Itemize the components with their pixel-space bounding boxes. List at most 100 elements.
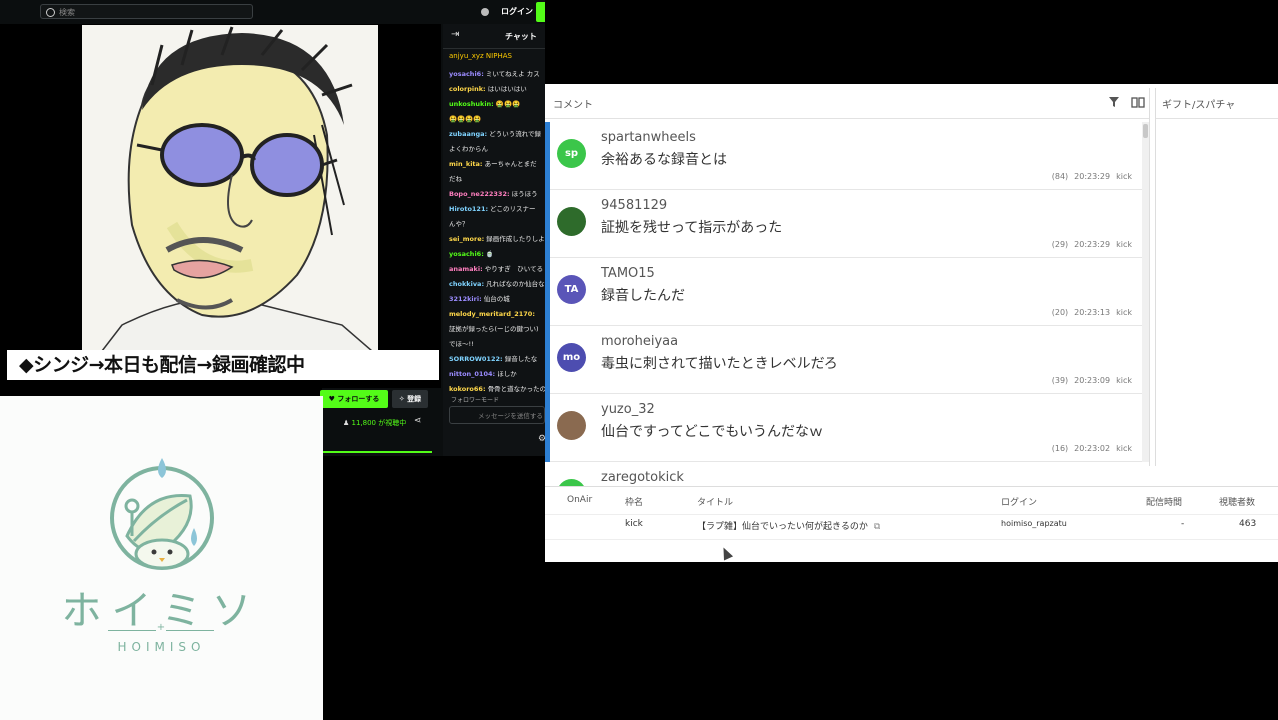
share-icon[interactable]: ⋖	[414, 416, 422, 426]
chat-username[interactable]: melody_meritard_2170:	[449, 310, 535, 318]
login-button[interactable]: ログイン	[501, 6, 533, 17]
comment-username: 94581129	[601, 198, 668, 213]
scrollbar[interactable]	[1142, 122, 1149, 462]
comment-site: kick	[1116, 308, 1132, 317]
chat-username[interactable]: nitton_0104:	[449, 370, 495, 378]
comment-username: moroheiyaa	[601, 334, 679, 349]
copy-icon[interactable]: ⧉	[874, 522, 880, 532]
chat-username[interactable]: sei_more:	[449, 235, 484, 243]
comment-site: kick	[1116, 376, 1132, 385]
table-row[interactable]	[545, 514, 1278, 540]
chat-username[interactable]: Bopo_ne222332:	[449, 190, 510, 198]
chat-message: sei_more: 録画作成したりしよ	[449, 235, 545, 244]
chat-username[interactable]: 3212kiri:	[449, 295, 482, 303]
chat-text: 🤮🤮🤮	[495, 100, 521, 108]
comment-row[interactable]: yuzo_32 仙台ですってどこでもいうんだなｗ (16) 20:23:02 kick	[550, 394, 1142, 462]
avatar: TA	[557, 275, 586, 304]
viewer-count: ♟ 11,800 が視聴中	[343, 418, 406, 428]
chat-username[interactable]: SORROW0122:	[449, 355, 503, 363]
chat-message: min_kita: あーちゃんとまだ	[449, 160, 537, 169]
chat-message: 3212kiri: 仙台の城	[449, 295, 510, 304]
column-header-viewers[interactable]: 視聴者数	[1219, 495, 1255, 508]
chat-username[interactable]: zubaanga:	[449, 130, 487, 138]
comment-text: 証拠を残せって指示があった	[601, 220, 783, 236]
cell-login: hoimiso_rapzatu	[1001, 519, 1067, 528]
theme-toggle-icon[interactable]	[481, 8, 489, 16]
chat-username[interactable]: unkoshukin:	[449, 100, 494, 108]
comment-username: TAMO15	[601, 266, 655, 281]
comment-username: spartanwheels	[601, 130, 696, 145]
comment-text: 仙台ですってどこでもいうんだなｗ	[601, 424, 824, 440]
pinned-users[interactable]: anjyu_xyz NIPHAS	[449, 52, 512, 60]
star-icon: ✧	[398, 395, 408, 403]
gift-title: ギフト/スパチャ	[1162, 100, 1236, 111]
comment-meta: (20) 20:23:13 kick	[1046, 308, 1132, 317]
comment-row[interactable]: sp spartanwheels 余裕あるな録音とは (84) 20:23:29 kick	[550, 122, 1142, 190]
chat-text: よくわからん	[449, 145, 488, 153]
chat-username[interactable]: yosachi6:	[449, 70, 484, 78]
chat-text: 録画作成したりしよ	[486, 235, 545, 243]
chat-username[interactable]: colorpink:	[449, 85, 486, 93]
comment-meta: (39) 20:23:09 kick	[1046, 376, 1132, 385]
cell-duration: -	[1181, 519, 1185, 529]
cell-platform: kick	[625, 519, 643, 529]
cell-title: 【ラプ雑】仙台でいったい何が起きるのか ⧉	[697, 519, 880, 532]
subscribe-button[interactable]: ✧ 登録	[392, 390, 428, 408]
chat-text: でほ〜!!	[449, 340, 474, 348]
signup-button[interactable]	[536, 2, 545, 22]
comment-site: kick	[1116, 172, 1132, 181]
caption-text: ◆シンジ→本日も配信→録画確認中	[19, 354, 305, 376]
comment-row[interactable]: mo moroheiyaa 毒虫に刺されて描いたときレベルだろ (39) 20:23:0…	[550, 326, 1142, 394]
chat-message: anamaki: やりすぎ ひいてる	[449, 265, 543, 274]
chat-message: yosachi6: ミいてねえよ カス	[449, 70, 540, 79]
collapse-chat-icon[interactable]: ⇥	[451, 29, 459, 40]
comment-time: 20:23:29	[1074, 172, 1111, 181]
columns-icon[interactable]	[1131, 97, 1145, 108]
chat-username[interactable]: anamaki:	[449, 265, 483, 273]
comments-title: コメント	[553, 100, 593, 111]
search-input[interactable]: 検索	[40, 4, 253, 19]
comment-row[interactable]: TA TAMO15 録音したんだ (20) 20:23:13 kick	[550, 258, 1142, 326]
chat-message: kokoro66: 骨骨と道なかったの	[449, 385, 545, 394]
chat-text: 録音したな	[504, 355, 538, 363]
chat-text: ほしか	[497, 370, 517, 378]
caption-banner: ◆シンジ→本日も配信→録画確認中	[7, 350, 439, 380]
comment-count: (20)	[1051, 308, 1069, 317]
comment-meta: (84) 20:23:29 kick	[1046, 172, 1132, 181]
gift-panel: ギフト/スパチャ	[1155, 88, 1278, 466]
comment-row[interactable]: 94581129 証拠を残せって指示があった (29) 20:23:29 kick	[550, 190, 1142, 258]
chat-message: 🤮🤮🤮🤮	[449, 115, 481, 124]
chat-message: nitton_0104: ほしか	[449, 370, 517, 379]
comment-site: kick	[1116, 444, 1132, 453]
chat-message: zubaanga: どういう流れで録	[449, 130, 541, 139]
column-header-name[interactable]: 枠名	[625, 495, 643, 508]
avatar	[557, 411, 586, 440]
chat-text: 証拠が録ったら(ーじの鍵つい)	[449, 325, 539, 333]
chat-message: でほ〜!!	[449, 340, 474, 349]
chat-text: やりすぎ ひいてる	[484, 265, 544, 273]
filter-icon[interactable]	[1108, 96, 1120, 108]
chat-username[interactable]: chokkiva:	[449, 280, 484, 288]
column-header-duration[interactable]: 配信時間	[1146, 495, 1182, 508]
column-header-title[interactable]: タイトル	[697, 495, 733, 508]
chat-text: 🍵	[485, 250, 494, 258]
follow-button[interactable]: ♥ フォローする	[320, 390, 388, 408]
scrollbar-thumb[interactable]	[1143, 124, 1148, 138]
column-header-login[interactable]: ログイン	[1001, 495, 1037, 508]
gear-icon[interactable]: ⚙	[538, 434, 545, 444]
column-header-onair[interactable]: OnAir	[567, 495, 592, 505]
chat-message: んや？	[449, 220, 469, 229]
subscribe-label: 登録	[407, 395, 422, 403]
chat-username[interactable]: yosachi6:	[449, 250, 484, 258]
chat-message: Hiroto121: どこのリスナー	[449, 205, 535, 214]
comment-meta: (29) 20:23:29 kick	[1046, 240, 1132, 249]
comment-text: 余裕あるな録音とは	[601, 152, 727, 168]
chat-message: よくわからん	[449, 145, 488, 154]
chat-message-input[interactable]: メッセージを送信する	[449, 406, 545, 424]
video-player[interactable]: ◆シンジ→本日も配信→録画確認中	[0, 24, 441, 396]
chat-username[interactable]: kokoro66:	[449, 385, 486, 393]
avatar: sp	[557, 139, 586, 168]
chat-username[interactable]: Hiroto121:	[449, 205, 488, 213]
chat-message: yosachi6: 🍵	[449, 250, 494, 259]
chat-username[interactable]: min_kita:	[449, 160, 483, 168]
